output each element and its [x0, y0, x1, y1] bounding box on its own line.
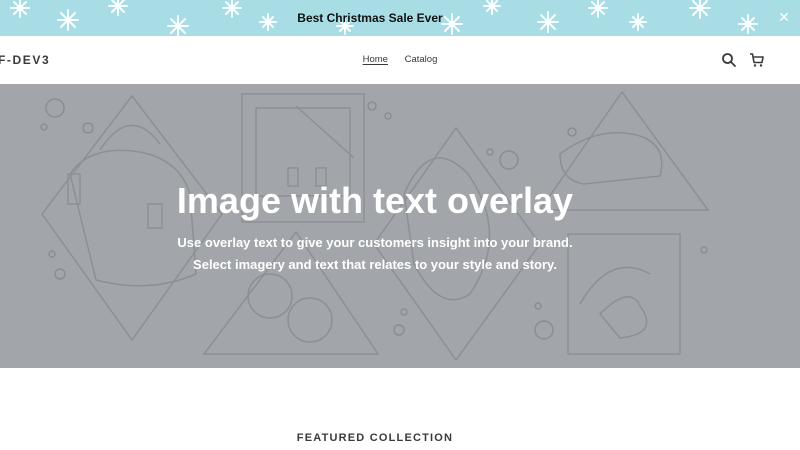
- featured-collection-heading: FEATURED COLLECTION: [296, 432, 454, 444]
- hero-banner: Image with text overlay Use overlay text…: [0, 84, 800, 368]
- hero-subtitle: Use overlay text to give your customers …: [0, 232, 750, 276]
- search-icon[interactable]: [721, 52, 737, 68]
- hero-subtitle-line: Use overlay text to give your customers …: [177, 235, 573, 250]
- nav-home-link[interactable]: Home: [363, 54, 388, 65]
- cart-icon[interactable]: [749, 52, 765, 68]
- announcement-bar: Best Christmas Sale Ever ✕: [0, 0, 800, 36]
- nav-catalog-link[interactable]: Catalog: [405, 54, 438, 65]
- close-icon[interactable]: ✕: [776, 9, 792, 25]
- announcement-text[interactable]: Best Christmas Sale Ever: [0, 0, 740, 36]
- hero-subtitle-line: Select imagery and text that relates to …: [193, 257, 557, 272]
- hero-illustration: [40, 90, 710, 362]
- main-nav: Home Catalog: [0, 36, 800, 84]
- hero-title: Image with text overlay: [176, 180, 574, 221]
- site-header: F-DEV3 Home Catalog: [0, 36, 800, 84]
